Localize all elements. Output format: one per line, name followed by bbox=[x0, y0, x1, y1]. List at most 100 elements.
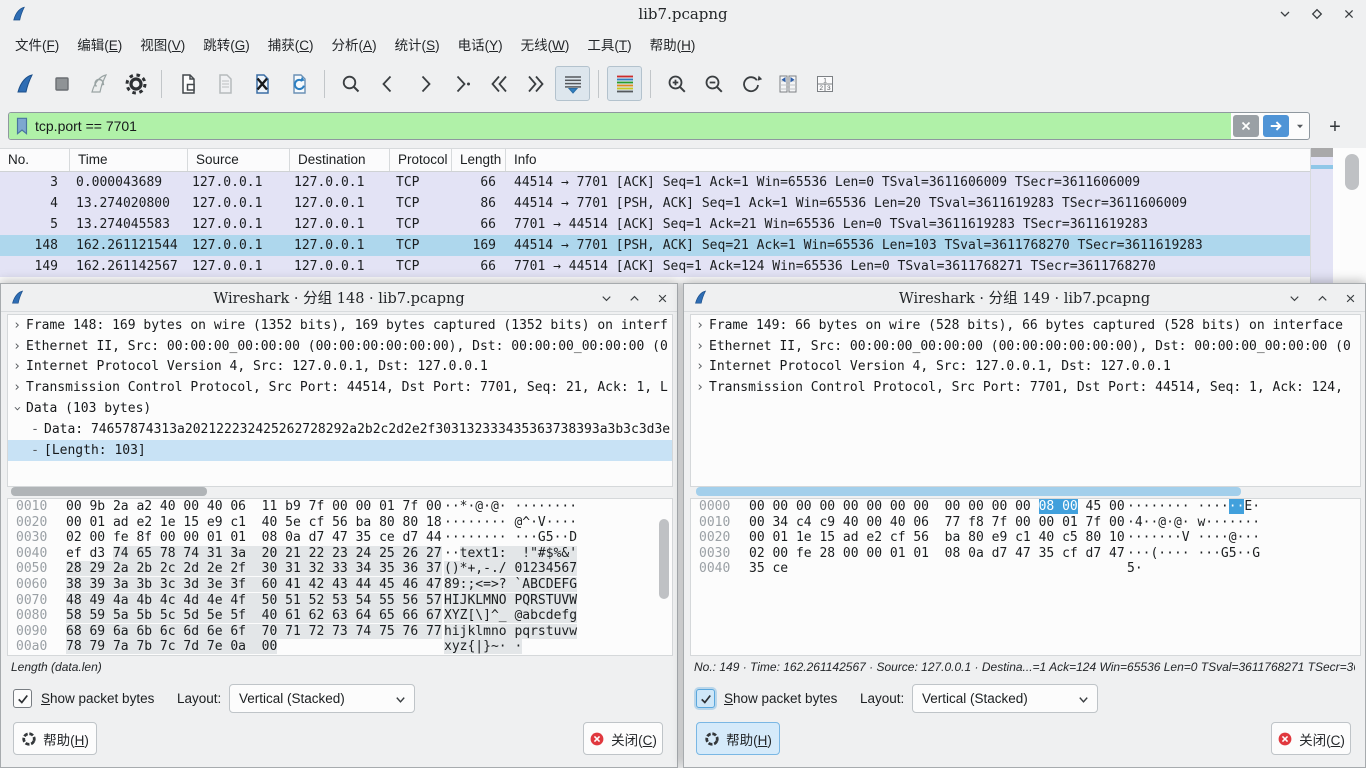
close-file-icon[interactable] bbox=[244, 66, 279, 101]
packet-bytes-pane[interactable]: 001000 9b 2a a2 40 00 40 06 11 b9 7f 00 … bbox=[7, 498, 673, 656]
menu-item-6[interactable]: 统计(S) bbox=[386, 29, 449, 59]
column-header-source[interactable]: Source bbox=[188, 149, 290, 171]
help-button[interactable]: 帮助(H) bbox=[13, 722, 97, 755]
menu-item-9[interactable]: 工具(T) bbox=[578, 29, 640, 59]
packet-row[interactable]: 148162.261121544127.0.0.1127.0.0.1TCP169… bbox=[0, 235, 1310, 256]
tree-row[interactable]: ›Transmission Control Protocol, Src Port… bbox=[691, 377, 1360, 398]
open-file-icon[interactable] bbox=[170, 66, 205, 101]
auto-scroll-icon[interactable] bbox=[555, 66, 590, 101]
zoom-reset-icon[interactable] bbox=[733, 66, 768, 101]
packet-detail-tree[interactable]: ›Frame 148: 169 bytes on wire (1352 bits… bbox=[7, 314, 673, 487]
last-packet-icon[interactable] bbox=[518, 66, 553, 101]
tree-row[interactable]: ›Internet Protocol Version 4, Src: 127.0… bbox=[691, 357, 1360, 378]
start-capture-icon[interactable] bbox=[7, 66, 42, 101]
tree-row[interactable]: -[Length: 103] bbox=[8, 440, 672, 461]
next-packet-icon[interactable] bbox=[407, 66, 442, 101]
column-header-no[interactable]: No. bbox=[0, 149, 70, 171]
close-button[interactable]: 关闭(C) bbox=[583, 722, 663, 755]
hex-row[interactable]: 007048 49 4a 4b 4c 4d 4e 4f 50 51 52 53 … bbox=[8, 593, 672, 609]
hex-row[interactable]: 003002 00 fe 8f 00 00 01 01 08 0a d7 47 … bbox=[8, 530, 672, 546]
expander-icon[interactable]: › bbox=[8, 359, 26, 374]
expander-icon[interactable]: › bbox=[8, 380, 26, 395]
hex-row[interactable]: 001000 34 c4 c9 40 00 40 06 77 f8 7f 00 … bbox=[691, 515, 1360, 531]
column-header-info[interactable]: Info bbox=[506, 149, 1310, 171]
layout-select[interactable]: Vertical (Stacked) bbox=[912, 684, 1098, 713]
maximize-icon[interactable] bbox=[1308, 5, 1326, 23]
bookmark-icon[interactable] bbox=[13, 116, 31, 136]
save-file-icon[interactable] bbox=[207, 66, 242, 101]
column-header-length[interactable]: Length bbox=[452, 149, 506, 171]
hex-row[interactable]: 008058 59 5a 5b 5c 5d 5e 5f 40 61 62 63 … bbox=[8, 608, 672, 624]
packet-list-scrollbar[interactable] bbox=[1340, 148, 1366, 283]
find-packet-icon[interactable] bbox=[333, 66, 368, 101]
close-icon[interactable] bbox=[1340, 5, 1358, 23]
filter-apply-icon[interactable] bbox=[1263, 115, 1289, 137]
hex-row[interactable]: 006038 39 3a 3b 3c 3d 3e 3f 60 41 42 43 … bbox=[8, 577, 672, 593]
scrollbar-thumb[interactable] bbox=[1345, 154, 1359, 190]
show-packet-bytes-checkbox[interactable] bbox=[696, 689, 715, 708]
tree-hscrollbar[interactable] bbox=[11, 487, 207, 496]
menu-item-3[interactable]: 跳转(G) bbox=[194, 29, 259, 59]
packet-bytes-pane[interactable]: 000000 00 00 00 00 00 00 00 00 00 00 00 … bbox=[690, 498, 1361, 656]
menu-item-2[interactable]: 视图(V) bbox=[131, 29, 194, 59]
prev-packet-icon[interactable] bbox=[370, 66, 405, 101]
expander-icon[interactable]: › bbox=[691, 318, 709, 333]
hex-scrollbar-thumb[interactable] bbox=[659, 519, 669, 599]
filter-add-icon[interactable]: + bbox=[1322, 114, 1348, 140]
minimize-icon[interactable] bbox=[1285, 289, 1303, 307]
help-button[interactable]: 帮助(H) bbox=[696, 722, 780, 755]
column-header-protocol[interactable]: Protocol bbox=[390, 149, 452, 171]
zoom-out-icon[interactable] bbox=[696, 66, 731, 101]
menu-item-0[interactable]: 文件(F) bbox=[6, 29, 68, 59]
hex-row[interactable]: 009068 69 6a 6b 6c 6d 6e 6f 70 71 72 73 … bbox=[8, 624, 672, 640]
zoom-in-icon[interactable] bbox=[659, 66, 694, 101]
hex-row[interactable]: 003002 00 fe 28 00 00 01 01 08 0a d7 47 … bbox=[691, 546, 1360, 562]
expander-icon[interactable]: › bbox=[10, 400, 25, 418]
close-button[interactable]: 关闭(C) bbox=[1271, 722, 1351, 755]
packet-row[interactable]: 413.274020800127.0.0.1127.0.0.1TCP864451… bbox=[0, 193, 1310, 214]
tree-row[interactable]: ›Frame 148: 169 bytes on wire (1352 bits… bbox=[8, 315, 672, 336]
tree-hscrollbar[interactable] bbox=[696, 487, 1241, 496]
reload-file-icon[interactable] bbox=[281, 66, 316, 101]
display-filter-input[interactable] bbox=[35, 113, 1231, 139]
column-header-destination[interactable]: Destination bbox=[290, 149, 390, 171]
tree-row[interactable]: ›Internet Protocol Version 4, Src: 127.0… bbox=[8, 357, 672, 378]
hex-row[interactable]: 00a078 79 7a 7b 7c 7d 7e 0a 00xyz{|}~· · bbox=[8, 639, 672, 655]
expander-icon[interactable]: › bbox=[8, 339, 26, 354]
maximize-icon[interactable] bbox=[1313, 289, 1331, 307]
close-icon[interactable] bbox=[653, 289, 671, 307]
menu-item-7[interactable]: 电话(Y) bbox=[449, 29, 512, 59]
tree-row[interactable]: ›Ethernet II, Src: 00:00:00_00:00:00 (00… bbox=[8, 336, 672, 357]
menu-item-4[interactable]: 捕获(C) bbox=[259, 29, 323, 59]
menu-item-1[interactable]: 编辑(E) bbox=[68, 29, 131, 59]
restart-capture-icon[interactable] bbox=[81, 66, 116, 101]
hex-row[interactable]: 0040ef d3 74 65 78 74 31 3a 20 21 22 23 … bbox=[8, 546, 672, 562]
minimize-icon[interactable] bbox=[1276, 5, 1294, 23]
first-packet-icon[interactable] bbox=[481, 66, 516, 101]
hex-row[interactable]: 002000 01 1e 15 ad e2 cf 56 ba 80 e9 c1 … bbox=[691, 530, 1360, 546]
expander-icon[interactable]: › bbox=[691, 359, 709, 374]
hex-row[interactable]: 001000 9b 2a a2 40 00 40 06 11 b9 7f 00 … bbox=[8, 499, 672, 515]
colorize-icon[interactable] bbox=[607, 66, 642, 101]
toggle-columns-icon[interactable]: 123 bbox=[807, 66, 842, 101]
close-icon[interactable] bbox=[1341, 289, 1359, 307]
minimize-icon[interactable] bbox=[597, 289, 615, 307]
tree-row[interactable]: ›Transmission Control Protocol, Src Port… bbox=[8, 377, 672, 398]
capture-options-icon[interactable] bbox=[118, 66, 153, 101]
stop-capture-icon[interactable] bbox=[44, 66, 79, 101]
filter-dropdown-icon[interactable] bbox=[1291, 115, 1309, 137]
tree-row[interactable]: ›Ethernet II, Src: 00:00:00_00:00:00 (00… bbox=[691, 336, 1360, 357]
tree-row[interactable]: ›Frame 149: 66 bytes on wire (528 bits),… bbox=[691, 315, 1360, 336]
layout-select[interactable]: Vertical (Stacked) bbox=[229, 684, 415, 713]
filter-clear-icon[interactable] bbox=[1233, 115, 1259, 137]
packet-row[interactable]: 30.000043689127.0.0.1127.0.0.1TCP6644514… bbox=[0, 172, 1310, 193]
expander-icon[interactable]: › bbox=[691, 339, 709, 354]
hex-row[interactable]: 002000 01 ad e2 1e 15 e9 c1 40 5e cf 56 … bbox=[8, 515, 672, 531]
tree-row[interactable]: -Data: 74657874313a202122232425262728292… bbox=[8, 419, 672, 440]
expander-icon[interactable]: › bbox=[691, 380, 709, 395]
hex-row[interactable]: 005028 29 2a 2b 2c 2d 2e 2f 30 31 32 33 … bbox=[8, 561, 672, 577]
tree-row[interactable]: ›Data (103 bytes) bbox=[8, 398, 672, 419]
maximize-icon[interactable] bbox=[625, 289, 643, 307]
hex-row[interactable]: 004035 ce5· bbox=[691, 561, 1360, 577]
packet-row[interactable]: 149162.261142567127.0.0.1127.0.0.1TCP667… bbox=[0, 256, 1310, 277]
